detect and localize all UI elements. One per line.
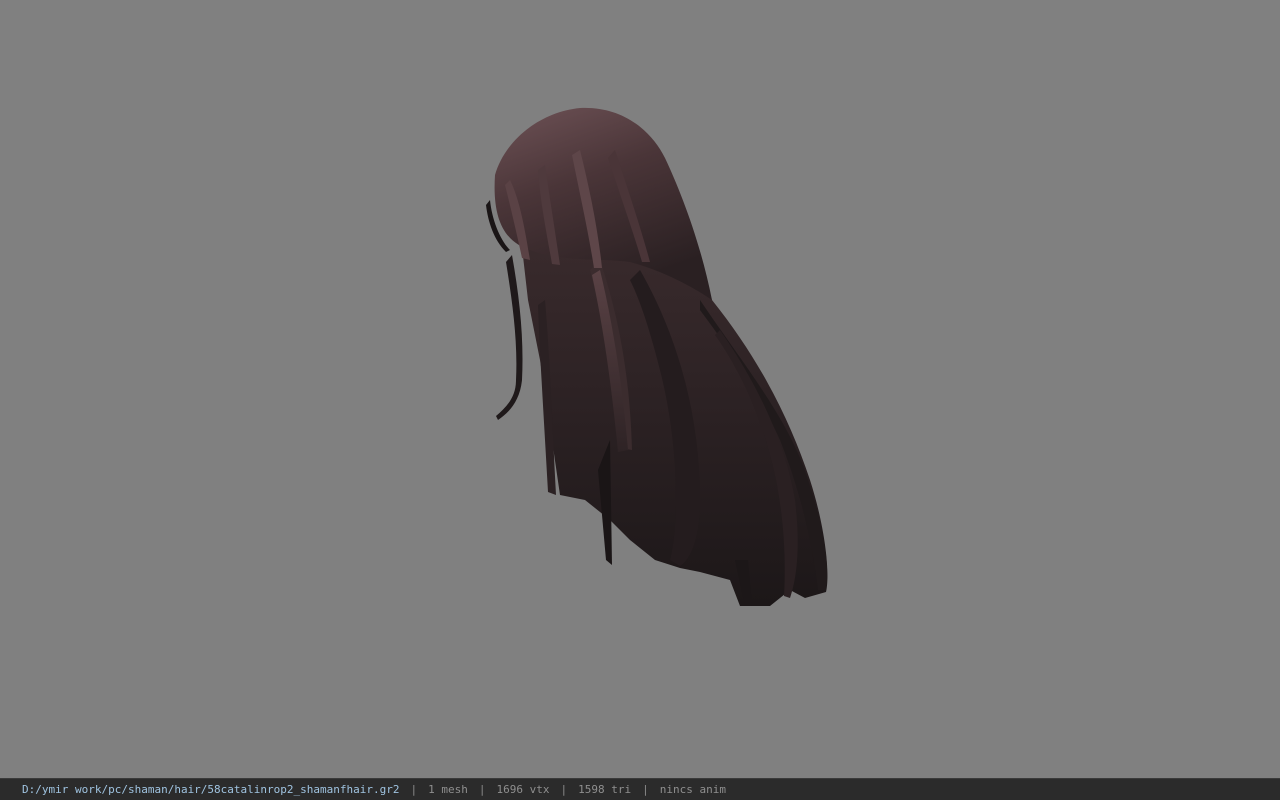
3d-viewport[interactable] <box>0 0 1280 778</box>
status-bar: D:/ymir work/pc/shaman/hair/58catalinrop… <box>0 778 1280 800</box>
separator: | <box>642 783 649 796</box>
hair-model-render <box>486 107 828 606</box>
mesh-count-label: 1 mesh <box>428 783 468 796</box>
separator: | <box>410 783 418 796</box>
separator: | <box>478 783 486 796</box>
file-path-label: D:/ymir work/pc/shaman/hair/58catalinrop… <box>22 783 400 796</box>
triangle-count-label: 1598 tri <box>578 783 632 796</box>
separator: | <box>560 783 568 796</box>
vertex-count-label: 1696 vtx <box>496 783 550 796</box>
animation-status-label: nincs anim <box>659 783 726 796</box>
